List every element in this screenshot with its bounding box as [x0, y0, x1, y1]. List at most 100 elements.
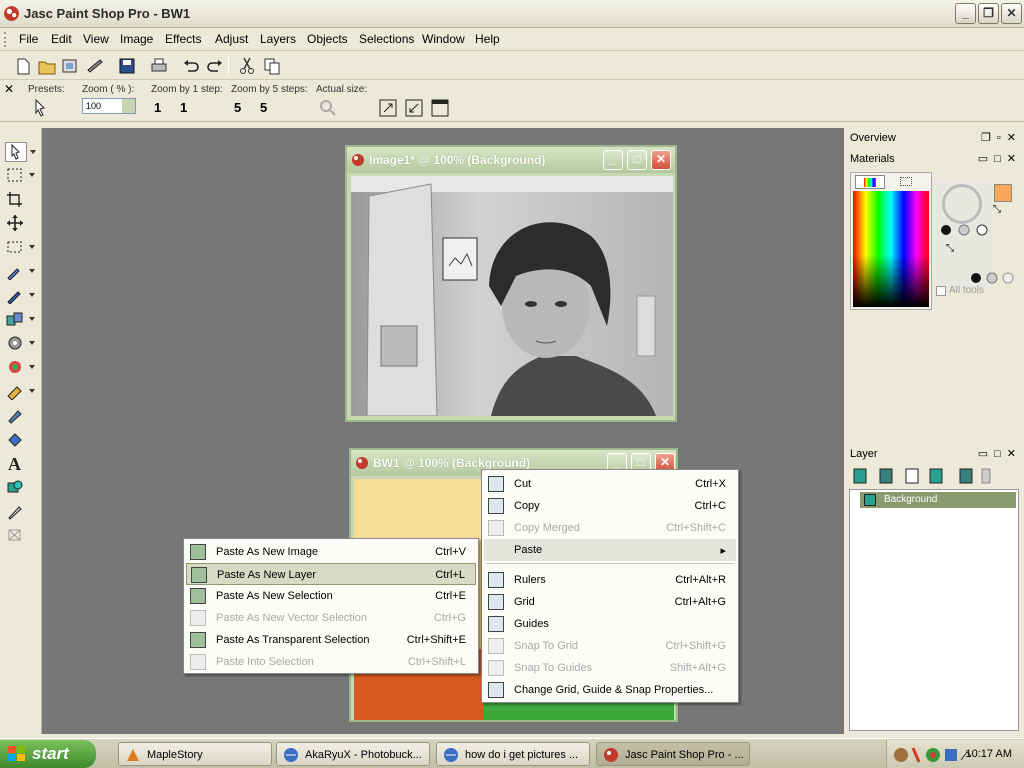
material-type-icons[interactable]: [938, 222, 992, 238]
new-file-icon[interactable]: [12, 55, 34, 77]
paste-menu-item-paste-as-new-layer[interactable]: Paste As New Layer Ctrl+L: [186, 563, 476, 585]
swatches-tab-icon: [900, 177, 912, 186]
pan-tool[interactable]: [5, 142, 36, 162]
menu-image[interactable]: Image: [120, 32, 153, 46]
clone-tool[interactable]: [5, 310, 35, 330]
image1-minimize-button[interactable]: _: [603, 150, 623, 170]
scan-icon[interactable]: [84, 55, 106, 77]
edit-menu-item-snap-to-grid: Snap To Grid Ctrl+Shift+G: [484, 635, 736, 657]
copy-icon[interactable]: [261, 55, 283, 77]
menu-file[interactable]: File: [19, 32, 38, 46]
edit-menu-item-copy[interactable]: Copy Ctrl+C: [484, 495, 736, 517]
paste-menu-item-paste-as-new-image[interactable]: Paste As New Image Ctrl+V: [186, 541, 476, 563]
object-selector-tool[interactable]: [5, 526, 27, 546]
zoom-out-one-icon[interactable]: 1: [154, 100, 161, 115]
pen-tool[interactable]: [5, 502, 27, 522]
undo-icon[interactable]: [180, 55, 202, 77]
scratch-remover-tool[interactable]: [5, 334, 35, 354]
fit-window-icon[interactable]: [378, 98, 398, 118]
paste-menu-item-paste-as-new-selection[interactable]: Paste As New Selection Ctrl+E: [186, 585, 476, 607]
full-window-icon[interactable]: [430, 98, 450, 118]
browse-icon[interactable]: [59, 55, 81, 77]
shape-tool[interactable]: [5, 478, 27, 498]
paste-menu-item-paste-as-transparent-selection[interactable]: Paste As Transparent Selection Ctrl+Shift…: [186, 629, 476, 651]
dodge-tool[interactable]: [5, 358, 35, 378]
zoom-spinner[interactable]: [122, 99, 135, 113]
image1-close-button[interactable]: ✕: [651, 150, 671, 170]
task-paint-shop-pro[interactable]: Jasc Paint Shop Pro - ...: [596, 742, 750, 766]
edit-menu-item-paste[interactable]: Paste ▸: [484, 539, 736, 561]
image1-titlebar[interactable]: Image1* @ 100% (Background) _ □ ✕: [347, 147, 675, 173]
preset-shape-tool[interactable]: [5, 238, 35, 258]
menu-objects[interactable]: Objects: [307, 32, 348, 46]
task-browser[interactable]: how do i get pictures ...: [436, 742, 590, 766]
menu-adjust[interactable]: Adjust: [215, 32, 248, 46]
edit-menu-item-copy-merged: Copy Merged Ctrl+Shift+C: [484, 517, 736, 539]
layer-toolbar-icons[interactable]: [852, 467, 992, 487]
edit-menu-item-grid[interactable]: Grid Ctrl+Alt+G: [484, 591, 736, 613]
eraser-tool[interactable]: [5, 382, 35, 402]
edit-menu-item-cut[interactable]: Cut Ctrl+X: [484, 473, 736, 495]
close-button[interactable]: ✕: [1001, 3, 1022, 24]
fit-image-icon[interactable]: [404, 98, 424, 118]
edit-menu-item-change-grid-guide-snap-properties[interactable]: Change Grid, Guide & Snap Properties...: [484, 679, 736, 701]
task-maplestory[interactable]: MapleStory: [118, 742, 272, 766]
open-folder-icon[interactable]: [36, 55, 58, 77]
edit-menu-item-guides[interactable]: Guides: [484, 613, 736, 635]
menu-item-shortcut: Shift+Alt+G: [669, 662, 726, 674]
image1-canvas[interactable]: [351, 176, 673, 416]
overview-panel-buttons[interactable]: ❐▫✕: [981, 131, 1022, 144]
save-icon[interactable]: [116, 55, 138, 77]
minimize-button[interactable]: _: [955, 3, 976, 24]
menu-view[interactable]: View: [83, 32, 109, 46]
paste-icon: [190, 632, 206, 648]
cut-icon[interactable]: [236, 55, 258, 77]
restore-button[interactable]: ❐: [978, 3, 999, 24]
menu-effects[interactable]: Effects: [165, 32, 201, 46]
swap-colors-icon[interactable]: ⤡: [993, 204, 1001, 215]
picture-tube-tool[interactable]: [5, 406, 27, 426]
swatches-tab[interactable]: [891, 175, 921, 189]
image1-maximize-button[interactable]: □: [627, 150, 647, 170]
zoom-out-five-icon[interactable]: 5: [234, 100, 241, 115]
swap-materials-icon[interactable]: ⤡: [946, 243, 954, 254]
edit-menu-item-rulers[interactable]: Rulers Ctrl+Alt+R: [484, 569, 736, 591]
menu-layers[interactable]: Layers: [260, 32, 296, 46]
zoom-in-one-icon[interactable]: 1: [180, 100, 187, 115]
rainbow-tab[interactable]: [855, 175, 885, 189]
crop-tool[interactable]: [5, 190, 27, 210]
text-tool[interactable]: A: [5, 454, 27, 474]
materials-panel-buttons[interactable]: ▭□✕: [978, 152, 1022, 165]
tray-icons[interactable]: [893, 746, 973, 764]
menu-item-label: Guides: [514, 618, 549, 630]
selection-tool[interactable]: [5, 166, 35, 186]
background-material-icons[interactable]: [968, 270, 1022, 286]
toolbar-grip[interactable]: [4, 32, 8, 47]
task-photobucket[interactable]: AkaRyuX - Photobuck...: [276, 742, 430, 766]
redo-icon[interactable]: [204, 55, 226, 77]
close-options-icon[interactable]: ✕: [4, 82, 14, 96]
menu-selections[interactable]: Selections: [359, 32, 414, 46]
menu-window[interactable]: Window: [422, 32, 465, 46]
null-material-icon[interactable]: [942, 184, 982, 224]
shape-icon: [7, 480, 23, 493]
layer-row-background[interactable]: Background: [860, 492, 1016, 508]
flood-fill-tool[interactable]: [5, 430, 27, 450]
paste-icon: [190, 610, 206, 626]
foreground-color-swatch[interactable]: [994, 184, 1012, 202]
zoom-in-five-icon[interactable]: 5: [260, 100, 267, 115]
paint-brush-tool[interactable]: [5, 286, 35, 306]
start-button[interactable]: start: [0, 740, 96, 768]
layer-panel-buttons[interactable]: ▭□✕: [978, 447, 1022, 460]
dropper-tool[interactable]: [5, 262, 35, 282]
all-tools-checkbox[interactable]: [936, 286, 946, 296]
presets-arrow-icon[interactable]: [32, 98, 52, 118]
menu-help[interactable]: Help: [475, 32, 500, 46]
color-spectrum[interactable]: [853, 191, 929, 307]
menu-item-label: Paste As New Layer: [217, 569, 317, 581]
actual-size-icon[interactable]: [318, 98, 338, 118]
menu-edit[interactable]: Edit: [51, 32, 72, 46]
print-icon[interactable]: [148, 55, 170, 77]
move-tool[interactable]: [5, 214, 27, 234]
image1-window[interactable]: Image1* @ 100% (Background) _ □ ✕: [345, 145, 677, 422]
